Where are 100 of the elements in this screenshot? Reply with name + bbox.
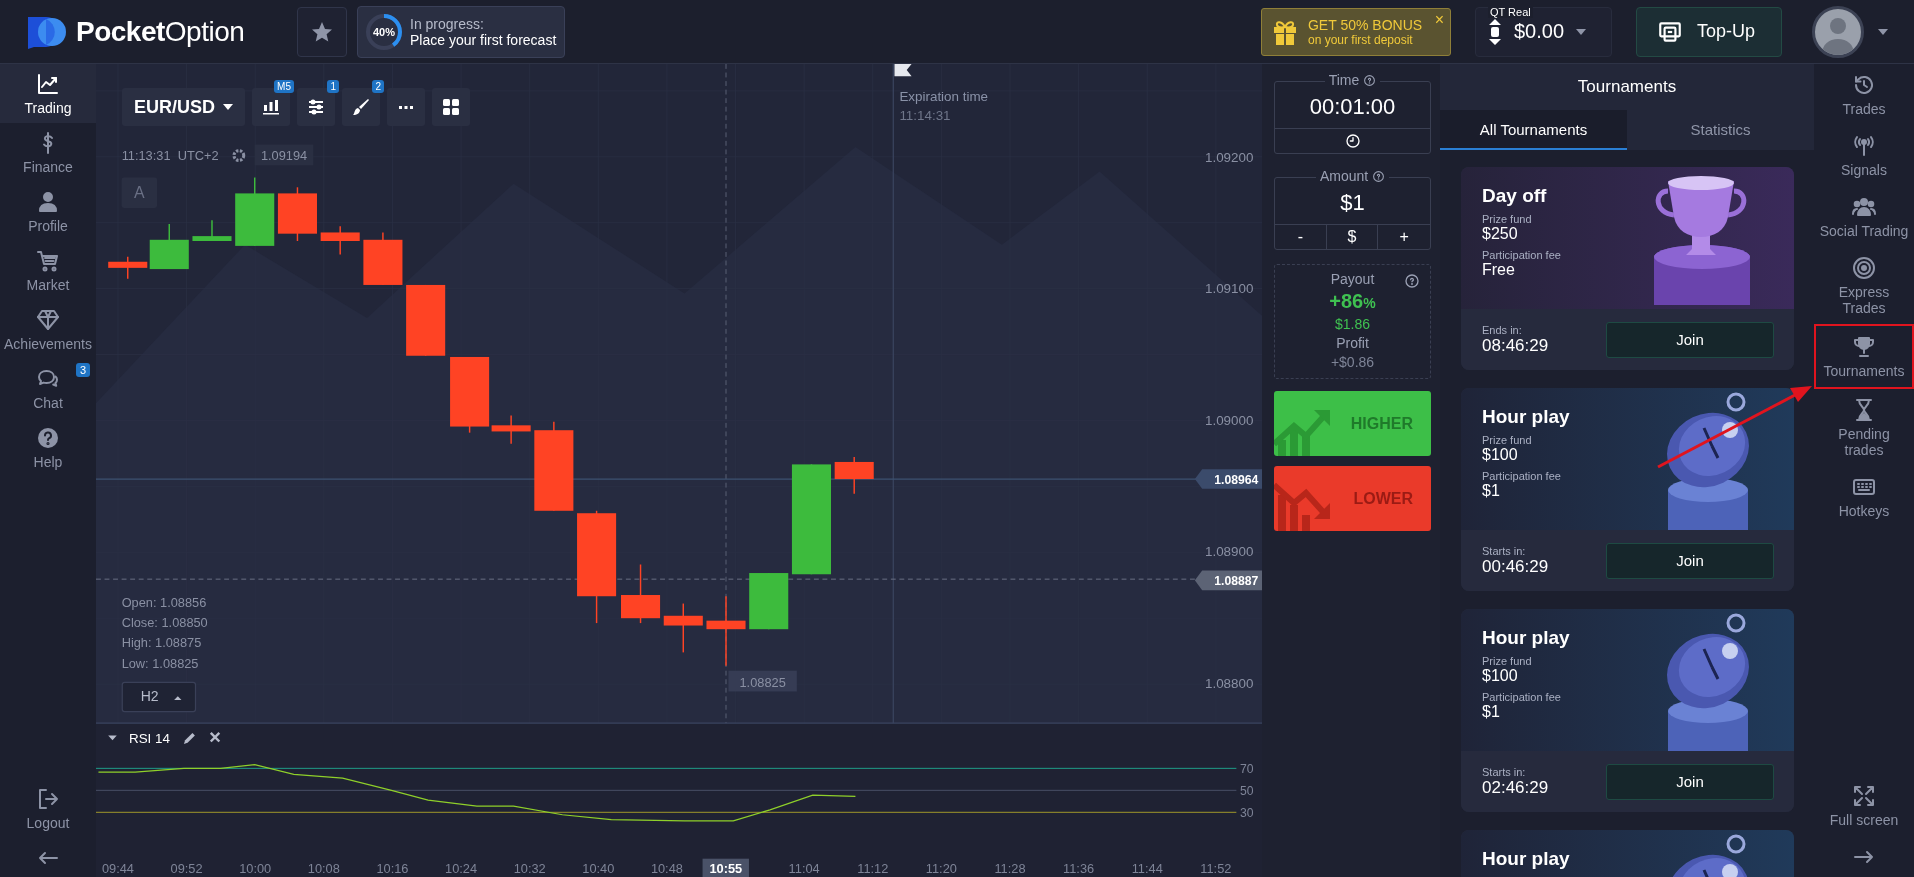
join-button[interactable]: Join <box>1606 763 1774 800</box>
pencil-icon[interactable] <box>183 732 195 744</box>
people-icon <box>1852 195 1876 219</box>
nav-item[interactable]: Help <box>0 418 96 477</box>
time-label: Time <box>1324 72 1381 88</box>
timer-value: 08:46:29 <box>1482 335 1549 356</box>
candle <box>621 563 661 624</box>
candle <box>235 176 275 247</box>
nav-item[interactable]: Signals <box>1814 125 1914 186</box>
candle <box>192 219 232 242</box>
nav-item[interactable]: Trading <box>0 64 96 123</box>
expiration-label: Expiration time <box>899 88 989 104</box>
expiration-time: 11:14:31 <box>899 108 951 124</box>
last-price-box: 1.09194 <box>254 144 314 166</box>
favorite-button[interactable] <box>297 6 347 57</box>
count-badge: 3 <box>75 363 90 377</box>
profit-label: Profit <box>1336 335 1369 351</box>
nav-item[interactable]: Market <box>0 241 96 300</box>
fee-value: Free <box>1482 261 1516 279</box>
fullscreen-button[interactable]: Full screen <box>1814 775 1914 836</box>
tournament-name: Hour play <box>1482 848 1571 870</box>
help-icon <box>1372 169 1386 183</box>
candle <box>834 456 874 495</box>
help-icon <box>1404 273 1420 289</box>
balance-value: $0.00 <box>1513 20 1565 43</box>
drawing-tools-button[interactable] <box>342 88 380 126</box>
nav-item[interactable]: Profile <box>0 182 96 241</box>
logo-text: PocketOption <box>76 15 245 48</box>
bonus-banner[interactable]: GET 50% BONUS on your first deposit × <box>1260 7 1451 56</box>
count-badge: 2 <box>372 80 384 93</box>
amount-step-button[interactable]: + <box>1378 225 1430 249</box>
time-tick: 11:52 <box>1200 861 1232 877</box>
time-value: 00:01:00 <box>1275 92 1430 129</box>
ohlc-value: Low: 1.08825 <box>121 655 199 671</box>
top-up-button[interactable]: Top-Up <box>1635 6 1782 57</box>
nav-item[interactable]: Hotkeys <box>1814 466 1914 527</box>
price-tick: 1.09000 <box>1205 412 1254 428</box>
amount-label: Amount <box>1315 168 1390 184</box>
time-tick: 10:48 <box>650 861 683 877</box>
nav-item[interactable]: Tournaments <box>1814 324 1914 389</box>
payout-label: Payout <box>1330 271 1375 287</box>
nav-item[interactable]: Pending trades <box>1814 389 1914 466</box>
join-button[interactable]: Join <box>1606 321 1774 358</box>
candle <box>363 231 403 286</box>
period-dropdown[interactable]: H2 <box>121 681 197 713</box>
ohlc-value: High: 1.08875 <box>121 635 202 651</box>
caret-icon[interactable] <box>1878 28 1888 35</box>
nav-item[interactable]: Finance <box>0 123 96 182</box>
account-selector[interactable]: QT Real $0.00 <box>1474 6 1612 57</box>
tournament-name: Hour play <box>1482 406 1571 428</box>
amount-value: $1 <box>1275 188 1430 225</box>
time-tick: 10:16 <box>376 861 409 877</box>
progress-percent: 40% <box>372 24 396 40</box>
join-button[interactable]: Join <box>1606 542 1774 579</box>
nav-item[interactable]: Achievements <box>0 300 96 359</box>
profit-value: +$0.86 <box>1330 354 1375 370</box>
layout-grid-button[interactable] <box>432 88 470 126</box>
amount-step-button[interactable]: $ <box>1326 225 1379 249</box>
nav-item[interactable]: Chat 3 <box>0 359 96 418</box>
prize-fund-value: $250 <box>1482 225 1519 243</box>
amount-step-button[interactable]: - <box>1275 225 1327 249</box>
fullscreen-icon <box>1852 784 1876 808</box>
nav-item[interactable]: Express Trades <box>1814 247 1914 324</box>
nav-item[interactable]: Trades <box>1814 64 1914 125</box>
swap-arrows-icon <box>1487 18 1502 45</box>
time-tick: 11:20 <box>925 861 957 877</box>
panel-title: Tournaments <box>1440 64 1814 110</box>
rsi-title: RSI 14 <box>128 730 170 746</box>
progress-title: In progress: <box>410 15 485 32</box>
grid-icon <box>441 97 461 117</box>
chart-type-button[interactable] <box>252 88 290 126</box>
nav-item[interactable]: Social Trading <box>1814 186 1914 247</box>
close-icon[interactable] <box>209 731 221 743</box>
account-label: QT Real <box>1487 5 1533 18</box>
prize-fund-label: Prize fund <box>1482 213 1533 225</box>
antenna-icon <box>1852 134 1876 158</box>
tab[interactable]: Statistics <box>1627 110 1814 150</box>
history-icon <box>1852 73 1876 97</box>
dots-icon <box>399 105 413 109</box>
avatar-icon[interactable] <box>1812 5 1864 58</box>
caret-icon <box>223 104 233 110</box>
indicators-button[interactable] <box>297 88 335 126</box>
candle <box>663 602 703 654</box>
time-tick: 11:28 <box>994 861 1026 877</box>
caret-icon <box>1576 28 1587 35</box>
rsi-level-label: 70 <box>1239 762 1254 777</box>
question-icon <box>36 426 60 450</box>
more-button[interactable] <box>387 88 425 126</box>
close-button[interactable]: × <box>1434 10 1444 29</box>
prize-fund-label: Prize fund <box>1482 655 1533 667</box>
collapse-caret-icon[interactable] <box>108 735 117 741</box>
tab[interactable]: All Tournaments <box>1440 110 1627 150</box>
pair-selector[interactable]: EUR/USD <box>122 88 245 126</box>
settings-icon[interactable] <box>232 149 246 162</box>
rsi-level-label: 50 <box>1239 784 1254 799</box>
progress-card[interactable]: 40% In progress: Place your first forecast <box>357 5 566 58</box>
prize-fund-value: $100 <box>1482 446 1519 464</box>
logout-button[interactable]: Logout <box>0 779 96 838</box>
rsi-level-label: 30 <box>1239 806 1254 821</box>
chart-line-icon <box>36 72 60 96</box>
